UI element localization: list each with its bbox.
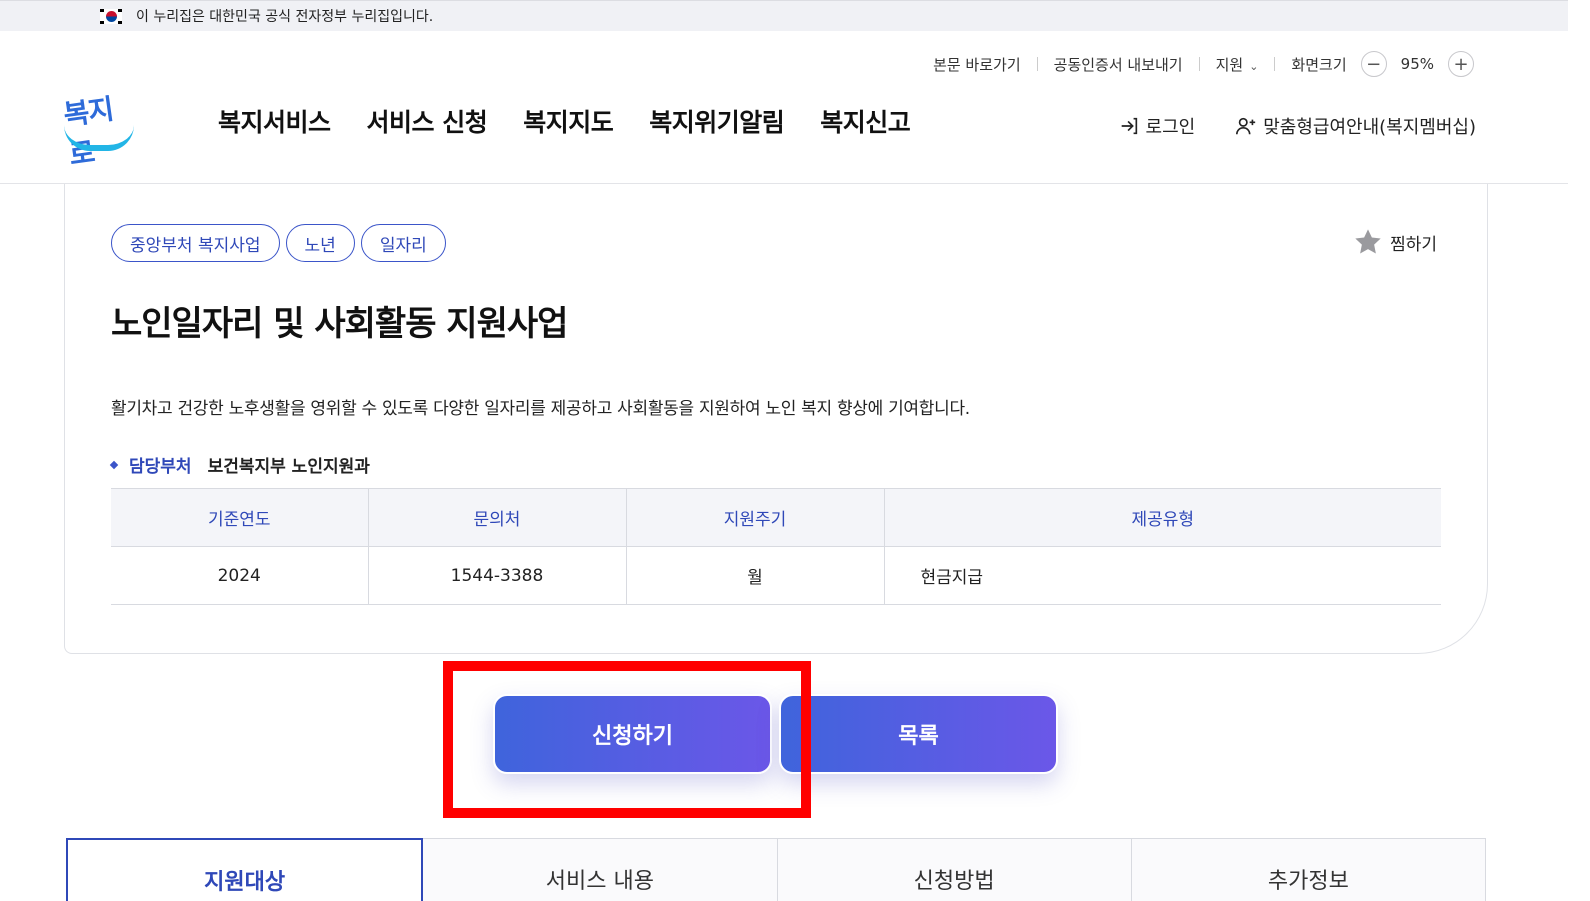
tab-apply-method[interactable]: 신청방법 bbox=[777, 838, 1132, 901]
gov-banner: 이 누리집은 대한민국 공식 전자정부 누리집입니다. bbox=[0, 0, 1568, 31]
page-title: 노인일자리 및 사회활동 지원사업 bbox=[111, 304, 568, 344]
cell-base-year: 2024 bbox=[111, 546, 369, 605]
main-nav: 복지서비스 서비스 신청 복지지도 복지위기알림 복지신고 bbox=[218, 103, 911, 139]
table-row: 2024 1544-3388 월 현금지급 bbox=[111, 546, 1441, 605]
apply-button[interactable]: 신청하기 bbox=[493, 694, 772, 774]
department-label: 담당부처 bbox=[129, 457, 192, 477]
detail-tabs: 지원대상 서비스 내용 신청방법 추가정보 bbox=[66, 838, 1486, 901]
service-description: 활기차고 건강한 노후생활을 영위할 수 있도록 다양한 일자리를 제공하고 사… bbox=[111, 399, 970, 419]
bokjiro-logo[interactable]: 복지로 bbox=[60, 89, 136, 172]
header-provision-type: 제공유형 bbox=[884, 488, 1441, 547]
support-menu[interactable]: 지원 ⌄ bbox=[1216, 54, 1259, 75]
nav-welfare-report[interactable]: 복지신고 bbox=[820, 103, 911, 139]
cell-support-cycle: 월 bbox=[626, 546, 885, 605]
zoom-in-button[interactable]: + bbox=[1448, 51, 1474, 77]
nav-crisis-alert[interactable]: 복지위기알림 bbox=[649, 103, 785, 139]
divider bbox=[1274, 57, 1276, 71]
cert-export-link[interactable]: 공동인증서 내보내기 bbox=[1054, 54, 1183, 75]
zoom-value: 95% bbox=[1400, 55, 1434, 73]
header-support-cycle: 지원주기 bbox=[626, 488, 885, 547]
category-chips: 중앙부처 복지사업 노년 일자리 bbox=[111, 224, 446, 262]
header-contact: 문의처 bbox=[368, 488, 627, 547]
bullet-icon bbox=[109, 460, 119, 469]
member-menu: 로그인 맞춤형급여안내(복지멤버십) bbox=[1118, 113, 1476, 139]
skip-to-content-link[interactable]: 본문 바로가기 bbox=[933, 54, 1021, 75]
gov-banner-text: 이 누리집은 대한민국 공식 전자정부 누리집입니다. bbox=[136, 9, 434, 25]
membership-label: 맞춤형급여안내(복지멤버십) bbox=[1263, 117, 1476, 138]
zoom-out-button[interactable]: − bbox=[1360, 51, 1387, 77]
tab-service-content[interactable]: 서비스 내용 bbox=[423, 838, 778, 901]
site-header: 본문 바로가기 공동인증서 내보내기 지원 ⌄ 화면크기 − 95% + 복지로 … bbox=[0, 31, 1568, 184]
list-button[interactable]: 목록 bbox=[779, 694, 1058, 774]
scrollbar-gutter bbox=[1568, 0, 1590, 901]
support-label: 지원 bbox=[1215, 55, 1244, 74]
login-link[interactable]: 로그인 bbox=[1118, 113, 1196, 139]
divider bbox=[1198, 57, 1200, 71]
login-icon bbox=[1121, 117, 1137, 135]
login-label: 로그인 bbox=[1145, 117, 1196, 138]
chip-central-ministry[interactable]: 중앙부처 복지사업 bbox=[111, 224, 280, 262]
tab-eligibility[interactable]: 지원대상 bbox=[66, 838, 424, 901]
header-base-year: 기준연도 bbox=[111, 488, 369, 547]
add-user-icon bbox=[1236, 117, 1256, 135]
favorite-button[interactable]: 찜하기 bbox=[1352, 226, 1437, 258]
utility-menu: 본문 바로가기 공동인증서 내보내기 지원 ⌄ 화면크기 − 95% + bbox=[933, 51, 1488, 77]
tab-additional-info[interactable]: 추가정보 bbox=[1131, 838, 1486, 901]
star-icon bbox=[1355, 229, 1381, 254]
zoom-label: 화면크기 bbox=[1291, 55, 1347, 74]
nav-welfare-services[interactable]: 복지서비스 bbox=[218, 103, 331, 139]
membership-link[interactable]: 맞춤형급여안내(복지멤버십) bbox=[1235, 113, 1476, 139]
department-value: 보건복지부 노인지원과 bbox=[207, 457, 370, 477]
service-info-table: 기준연도 문의처 지원주기 제공유형 2024 1544-3388 월 현금지급 bbox=[111, 488, 1441, 605]
favorite-label: 찜하기 bbox=[1390, 234, 1437, 255]
chip-elderly[interactable]: 노년 bbox=[285, 224, 355, 262]
service-detail-card: 중앙부처 복지사업 노년 일자리 찜하기 노인일자리 및 사회활동 지원사업 활… bbox=[64, 184, 1488, 654]
cell-contact: 1544-3388 bbox=[368, 546, 627, 605]
cell-provision-type: 현금지급 bbox=[884, 546, 1441, 605]
department-info: 담당부처 보건복지부 노인지원과 bbox=[109, 452, 370, 477]
korea-flag-icon bbox=[100, 8, 122, 24]
chip-jobs[interactable]: 일자리 bbox=[360, 224, 446, 262]
table-header-row: 기준연도 문의처 지원주기 제공유형 bbox=[111, 488, 1441, 547]
chevron-down-icon: ⌄ bbox=[1249, 59, 1259, 73]
divider bbox=[1036, 57, 1038, 71]
nav-service-apply[interactable]: 서비스 신청 bbox=[367, 103, 488, 139]
nav-welfare-map[interactable]: 복지지도 bbox=[523, 103, 614, 139]
